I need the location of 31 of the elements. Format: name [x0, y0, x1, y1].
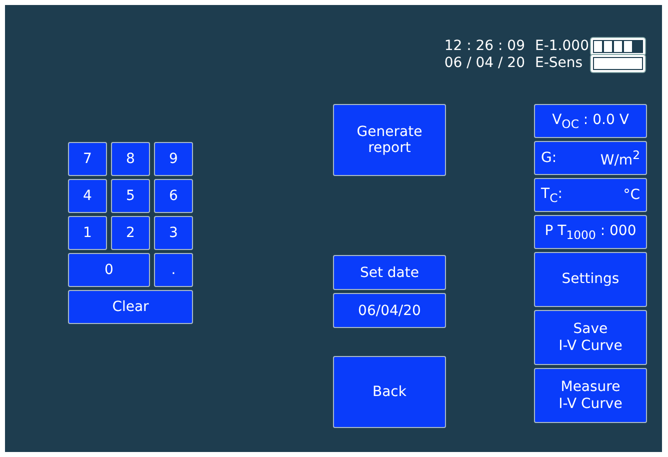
reading-unit: °C [623, 187, 640, 203]
reading-display: P T$_{1000}$ : 000 [534, 215, 647, 249]
clock-time: 12 : 26 : 09 [444, 38, 525, 55]
keypad-key[interactable]: 2 [111, 216, 150, 250]
keypad-key[interactable]: 5 [111, 179, 150, 213]
meter-label: E-Sens [535, 55, 584, 72]
keypad-key[interactable]: Clear [68, 290, 193, 324]
clock-date: 06 / 04 / 20 [444, 55, 525, 72]
set-date-button[interactable]: Set date [333, 255, 446, 290]
keypad-key[interactable]: 1 [68, 216, 107, 250]
keypad-key[interactable]: 3 [154, 216, 193, 250]
meter-label: E-1.000 [535, 38, 587, 55]
reading-label: G: [541, 150, 557, 166]
keypad-key[interactable]: 4 [68, 179, 107, 213]
action-button[interactable]: Settings [534, 252, 647, 307]
battery-icon [591, 55, 645, 72]
action-button[interactable]: Back [333, 356, 446, 428]
keypad-key[interactable]: 0 [68, 253, 150, 287]
keypad-key[interactable]: 9 [154, 142, 193, 176]
date-field[interactable]: 06/04/20 [333, 293, 446, 328]
reading-label: T$_{C}$: [541, 186, 562, 204]
reading-display: V$_{OC}$ : 0.0 V [534, 104, 647, 138]
keypad-key[interactable]: 7 [68, 142, 107, 176]
action-button[interactable]: Measure I-V Curve [534, 368, 647, 423]
keypad-key[interactable]: . [154, 253, 193, 287]
action-button[interactable]: Save I-V Curve [534, 310, 647, 365]
keypad-key[interactable]: 8 [111, 142, 150, 176]
battery-icon [591, 38, 645, 55]
keypad-key[interactable]: 6 [154, 179, 193, 213]
action-button[interactable]: Generate report [333, 104, 446, 176]
reading-unit: W/m$^{2}$ [600, 148, 640, 168]
